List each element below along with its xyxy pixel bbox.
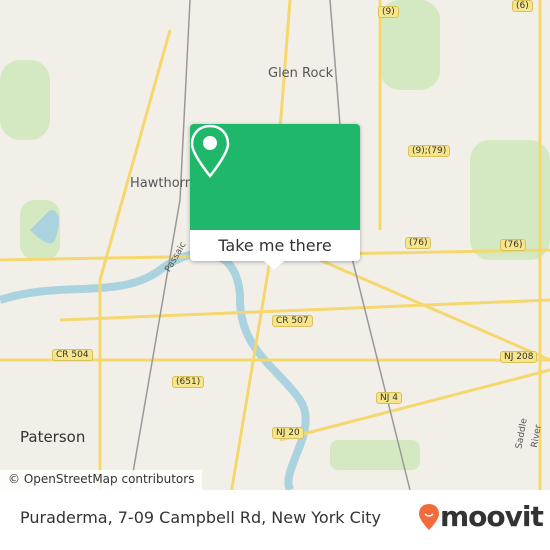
attribution[interactable]: © OpenStreetMap contributors: [0, 470, 203, 490]
road-shield: (651): [172, 376, 205, 388]
moovit-pin-icon: [419, 503, 439, 530]
take-me-there-button[interactable]: Take me there: [190, 230, 360, 261]
moovit-logo: moovit: [418, 500, 544, 533]
take-me-there-popup[interactable]: Take me there: [190, 124, 360, 261]
road-shield: CR 504: [52, 349, 93, 361]
road-shield: NJ 208: [500, 351, 538, 363]
popup-header: [190, 124, 360, 230]
popup-pointer: [264, 261, 284, 270]
road-shield: NJ 4: [376, 392, 402, 404]
logo-text: moovit: [440, 500, 544, 533]
footer: Puraderma, 7-09 Campbell Rd, New York Ci…: [0, 490, 550, 550]
address-text: Puraderma, 7-09 Campbell Rd, New York Ci…: [20, 508, 381, 527]
location-pin-icon: [190, 124, 230, 178]
road-shield: (9): [378, 6, 399, 18]
road-shield: CR 507: [272, 315, 313, 327]
road-shield: (76): [500, 239, 527, 251]
place-label: Glen Rock: [268, 66, 334, 81]
place-label: Paterson: [20, 428, 86, 446]
road-shield: (6): [512, 0, 533, 12]
road-shield: (9);(79): [408, 145, 451, 157]
road-shield: NJ 20: [272, 427, 304, 439]
map[interactable]: Glen Rock Hawthorne Paterson Passaic Sad…: [0, 0, 550, 490]
road-shield: (76): [405, 237, 432, 249]
